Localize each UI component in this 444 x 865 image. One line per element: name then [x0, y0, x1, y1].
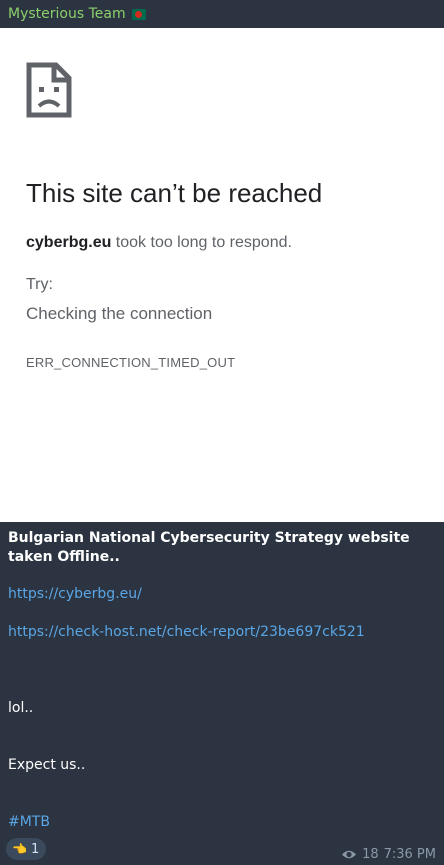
- reaction-count: 1: [30, 841, 40, 857]
- reaction-chip[interactable]: 👈 1: [6, 838, 46, 860]
- error-title: This site can’t be reached: [26, 178, 323, 208]
- sad-document-icon: [26, 62, 72, 118]
- error-code: ERR_CONNECTION_TIMED_OUT: [26, 355, 236, 370]
- suggestion-item: Checking the connection: [26, 304, 213, 323]
- hashtag-link[interactable]: #MTB: [8, 814, 428, 830]
- bangladesh-flag-icon: [131, 8, 146, 20]
- try-label: Try:: [26, 276, 53, 293]
- error-message: took too long to respond.: [111, 234, 292, 251]
- message-time: 7:36 PM: [383, 847, 436, 862]
- link-check-host[interactable]: https://check-host.net/check-report/23be…: [8, 624, 428, 640]
- error-description: cyberbg.eu took too long to respond.: [26, 234, 292, 252]
- message-line-lol: lol..: [8, 700, 34, 716]
- message-title: Bulgarian National Cybersecurity Strateg…: [8, 530, 410, 565]
- sender-name[interactable]: Mysterious Team: [8, 6, 126, 22]
- message-line-expect: Expect us..: [8, 757, 86, 773]
- message-header: Mysterious Team: [0, 0, 444, 28]
- attached-screenshot[interactable]: This site can’t be reached cyberbg.eu to…: [0, 28, 444, 522]
- error-domain: cyberbg.eu: [26, 234, 112, 251]
- view-count: 18: [362, 847, 379, 862]
- pointing-hand-icon: 👈: [12, 842, 27, 856]
- link-cyberbg[interactable]: https://cyberbg.eu/: [8, 586, 428, 602]
- eye-icon: [342, 850, 357, 859]
- message-meta: 18 7:36 PM: [341, 847, 436, 862]
